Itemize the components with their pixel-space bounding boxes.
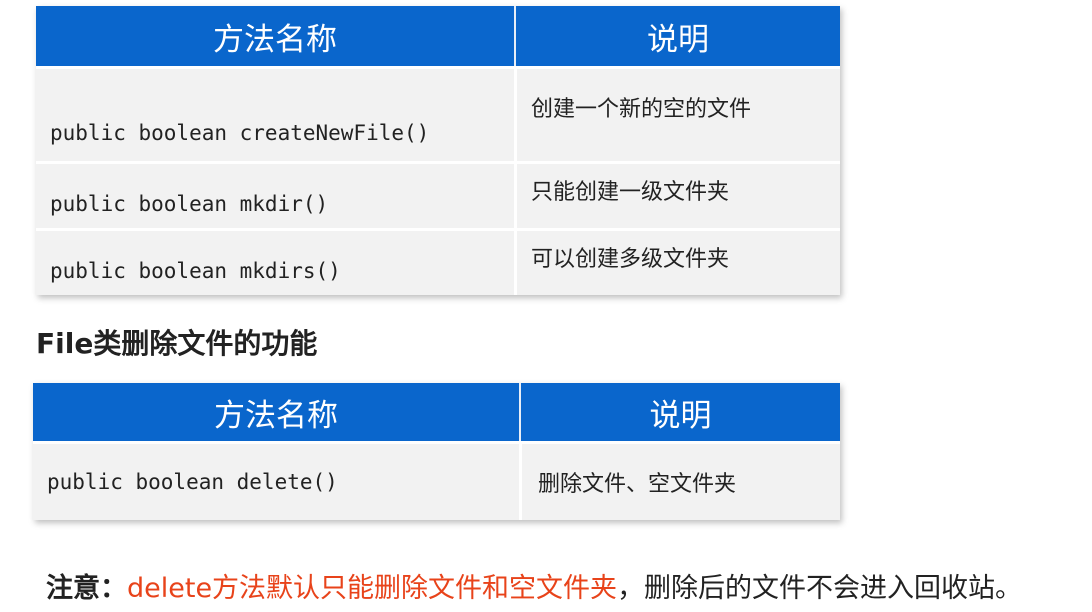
note-label: 注意： — [46, 573, 127, 604]
column-header-description: 说明 — [514, 6, 840, 66]
section-heading: File类删除文件的功能 — [36, 327, 318, 360]
create-methods-table: 方法名称 说明 public boolean createNewFile() 创… — [36, 6, 840, 295]
method-description: 创建一个新的空的文件 — [514, 66, 840, 161]
method-signature: public boolean createNewFile() — [36, 66, 514, 161]
delete-methods-table: 方法名称 说明 public boolean delete() 删除文件、空文件… — [33, 383, 840, 520]
note-rest: ，删除后的文件不会进入回收站。 — [617, 573, 1023, 604]
note-text: 注意：delete方法默认只能删除文件和空文件夹，删除后的文件不会进入回收站。 — [46, 566, 1022, 605]
note-highlight: delete方法默认只能删除文件和空文件夹 — [127, 573, 618, 604]
method-description: 只能创建一级文件夹 — [514, 161, 840, 228]
table-row: public boolean mkdirs() 可以创建多级文件夹 — [36, 228, 840, 295]
method-description: 可以创建多级文件夹 — [514, 228, 840, 295]
method-signature: public boolean delete() — [33, 441, 519, 520]
table-row: public boolean createNewFile() 创建一个新的空的文… — [36, 66, 840, 161]
column-header-description: 说明 — [519, 383, 840, 441]
column-header-method-name: 方法名称 — [33, 383, 519, 441]
method-signature: public boolean mkdirs() — [36, 228, 514, 295]
table-row: public boolean delete() 删除文件、空文件夹 — [33, 441, 840, 520]
table-row: public boolean mkdir() 只能创建一级文件夹 — [36, 161, 840, 228]
table-header-row: 方法名称 说明 — [36, 6, 840, 66]
method-signature: public boolean mkdir() — [36, 161, 514, 228]
table-header-row: 方法名称 说明 — [33, 383, 840, 441]
method-description: 删除文件、空文件夹 — [519, 441, 840, 520]
column-header-method-name: 方法名称 — [36, 6, 514, 66]
